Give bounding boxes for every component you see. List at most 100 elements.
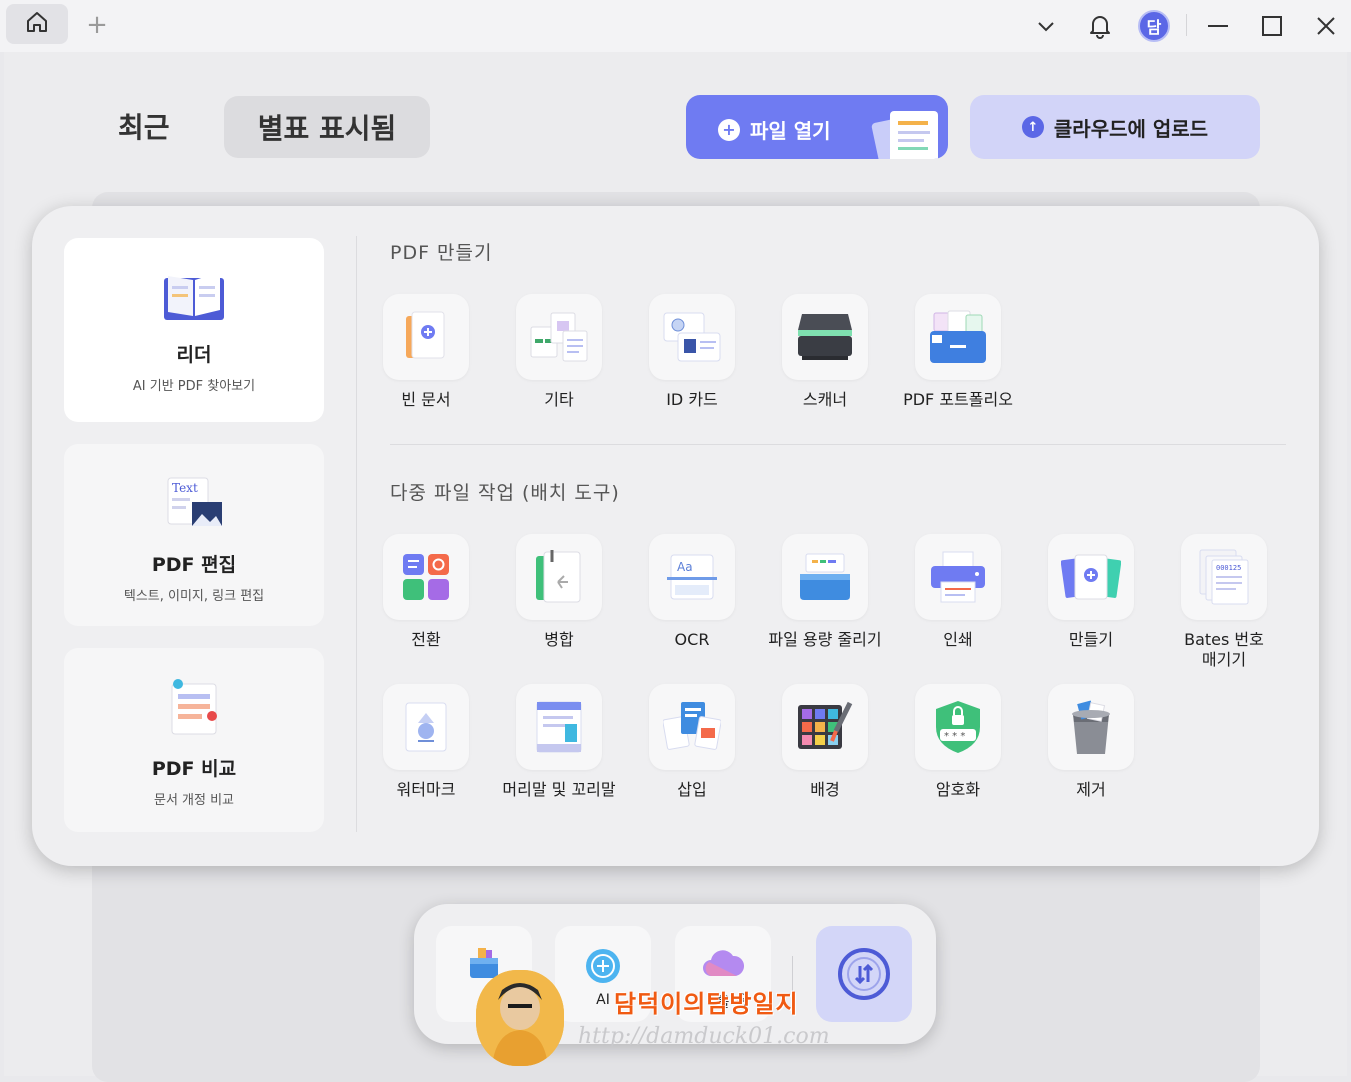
book-icon [164, 272, 224, 320]
tool-label: 만들기 [1068, 630, 1114, 649]
tab-recent[interactable]: 최근 [118, 106, 170, 146]
cloud-upload-button[interactable]: ↑ 클라우드에 업로드 [970, 95, 1260, 159]
section-divider [390, 444, 1286, 445]
tool-label: 병합 [544, 630, 574, 649]
merge-icon [536, 550, 581, 603]
portfolio-icon [930, 310, 986, 363]
tool-portfolio[interactable]: PDF 포트폴리오 [894, 294, 1022, 410]
tool-label: PDF 포트폴리오 [903, 390, 1013, 409]
tool-id-card[interactable]: ID 카드 [628, 294, 756, 410]
svg-text:* * *: * * * [944, 731, 965, 742]
tool-scanner[interactable]: 스캐너 [761, 294, 889, 410]
add-circle-icon: + [718, 118, 740, 141]
compress-icon [800, 553, 850, 600]
compare-icon [171, 679, 217, 735]
tool-label: 스캐너 [802, 390, 848, 409]
close-icon[interactable] [1308, 8, 1344, 44]
tool-label: ID 카드 [666, 390, 718, 409]
background-icon [798, 701, 853, 749]
create-icon [1061, 554, 1121, 600]
bates-icon-label: 000125 [1216, 564, 1241, 572]
tool-insert[interactable]: 삽입 [628, 684, 756, 800]
tool-label: 삽입 [677, 780, 707, 799]
tool-encrypt[interactable]: * * * 암호화 [894, 684, 1022, 800]
tool-label: 전환 [411, 630, 441, 649]
tool-label: 배경 [810, 780, 840, 799]
section-title-batch: 다중 파일 작업 (배치 도구) [390, 482, 620, 504]
tool-merge[interactable]: 병합 [495, 534, 623, 650]
title-bar: + 담 [0, 0, 1351, 52]
home-tab[interactable] [6, 4, 68, 44]
tool-convert[interactable]: 전환 [362, 534, 490, 650]
cloud-upload-label: 클라우드에 업로드 [1053, 116, 1209, 141]
section-title-create: PDF 만들기 [390, 242, 493, 264]
watermark-icon [405, 702, 447, 752]
scanner-icon [798, 314, 852, 360]
dock-convert-button[interactable] [816, 926, 912, 1022]
tool-label: Bates 번호 매기기 [1184, 630, 1264, 669]
tool-create[interactable]: 만들기 [1027, 534, 1155, 650]
insert-icon [663, 702, 721, 750]
user-avatar[interactable]: 담 [1136, 8, 1172, 44]
open-file-button[interactable]: + 파일 열기 [686, 95, 948, 159]
ai-assistant-icon [586, 949, 620, 983]
tool-header-footer[interactable]: 머리말 및 꼬리말 [495, 684, 623, 800]
tool-ocr[interactable]: Aa OCR [628, 534, 756, 650]
pdf-compare-card[interactable]: PDF 비교 문서 개정 비교 [64, 648, 324, 832]
remove-icon [1072, 700, 1110, 754]
cloud-icon [703, 950, 745, 976]
pdf-edit-subtitle: 텍스트, 이미지, 링크 편집 [123, 589, 265, 604]
tab-starred[interactable]: 별표 표시됨 [224, 96, 430, 158]
titlebar-divider [1186, 14, 1187, 36]
tool-watermark[interactable]: 워터마크 [362, 684, 490, 800]
watermark-title: 담덕이의탐방일지 [614, 990, 799, 1018]
pdf-edit-card[interactable]: Text PDF 편집 텍스트, 이미지, 링크 편집 [64, 444, 324, 626]
bell-icon[interactable] [1082, 8, 1118, 44]
header-footer-icon [536, 701, 582, 753]
encrypt-icon: * * * [936, 701, 980, 753]
minimize-icon[interactable] [1200, 8, 1236, 44]
tool-label: 파일 용량 줄리기 [768, 630, 882, 649]
ocr-icon-label: Aa [677, 560, 693, 574]
reader-subtitle: AI 기반 PDF 찾아보기 [132, 379, 256, 394]
blank-doc-icon [406, 311, 445, 359]
print-icon [931, 551, 985, 603]
tool-remove[interactable]: 제거 [1027, 684, 1155, 800]
tool-label: 머리말 및 꼬리말 [502, 780, 616, 799]
open-file-label: 파일 열기 [750, 119, 831, 143]
pdf-compare-subtitle: 문서 개정 비교 [153, 793, 235, 808]
tool-background[interactable]: 배경 [761, 684, 889, 800]
tool-bates[interactable]: 000125 Bates 번호 매기기 [1160, 534, 1288, 670]
tool-print[interactable]: 인쇄 [894, 534, 1022, 650]
upload-arrow-icon: ↑ [1021, 116, 1044, 138]
watermark-avatar-image [476, 970, 564, 1066]
tool-label: 기타 [544, 390, 574, 409]
other-files-icon [530, 312, 588, 362]
tool-label: 제거 [1076, 780, 1106, 799]
avatar-initial: 담 [1138, 10, 1170, 42]
documents-decoration-icon [871, 111, 938, 159]
watermark-url: http://damduck01.com [578, 1024, 830, 1049]
new-tab-plus-icon[interactable]: + [84, 10, 110, 40]
convert-arrows-icon [838, 948, 890, 1000]
tool-blank-doc[interactable]: 빈 문서 [362, 294, 490, 410]
maximize-icon[interactable] [1254, 8, 1290, 44]
tools-popup: 리더 AI 기반 PDF 찾아보기 Text PDF 편집 텍스트, 이미지, … [32, 206, 1319, 866]
tool-label: 워터마크 [396, 780, 456, 799]
popup-vertical-divider [356, 236, 357, 832]
ocr-icon: Aa [667, 554, 717, 600]
reader-title: 리더 [176, 344, 212, 366]
tool-label: OCR [674, 630, 710, 649]
edit-text-image-icon: Text [167, 477, 222, 526]
tool-label: 인쇄 [943, 630, 973, 649]
reader-card[interactable]: 리더 AI 기반 PDF 찾아보기 [64, 238, 324, 422]
tool-label: 암호화 [935, 780, 981, 799]
tool-other[interactable]: 기타 [495, 294, 623, 410]
tool-label: 빈 문서 [401, 390, 451, 409]
home-icon [24, 9, 50, 39]
chevron-down-icon[interactable] [1028, 8, 1064, 44]
convert-icon [403, 554, 449, 600]
tool-compress[interactable]: 파일 용량 줄리기 [761, 534, 889, 650]
bates-icon: 000125 [1199, 549, 1249, 605]
id-card-icon [663, 312, 721, 362]
